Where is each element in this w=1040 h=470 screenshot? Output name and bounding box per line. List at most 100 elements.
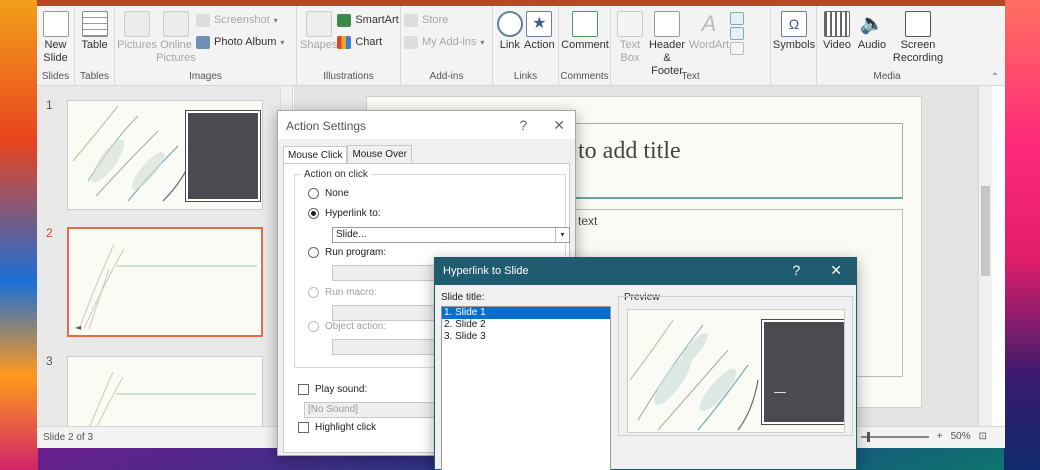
screenshot-button[interactable]: Screenshot ▾	[196, 12, 284, 28]
slide-title-list[interactable]: 1. Slide 1 2. Slide 2 3. Slide 3	[441, 306, 611, 470]
radio-none[interactable]: None	[308, 188, 349, 199]
zoom-level[interactable]: 50%	[951, 431, 971, 442]
zoom-in-icon[interactable]: +	[937, 431, 943, 442]
chevron-down-icon: ▾	[280, 37, 285, 47]
hyperlink-dialog-titlebar: Hyperlink to Slide ? ✕	[435, 258, 856, 285]
action-settings-titlebar: Action Settings ? ✕	[278, 111, 575, 139]
smartart-button[interactable]: SmartArt	[337, 12, 399, 28]
photo-album-icon	[196, 35, 210, 49]
slide-thumbnail-1[interactable]	[67, 100, 263, 210]
ribbon-group-media: Video 🔈 Audio Screen Recording Media	[817, 6, 957, 85]
thumbnail-number: 3	[46, 354, 53, 368]
radio-button[interactable]	[308, 188, 319, 199]
feather-pattern	[89, 371, 256, 426]
highlight-click-checkbox[interactable]: Highlight click	[298, 422, 376, 433]
radio-object-action[interactable]: Object action:	[308, 321, 386, 332]
group-legend: Action on click	[301, 169, 371, 180]
editor-vertical-scrollbar[interactable]	[978, 86, 992, 426]
smartart-icon	[337, 13, 352, 27]
thumbnail-title-card	[186, 111, 260, 201]
radio-hyperlink[interactable]: Hyperlink to:	[308, 208, 381, 219]
symbols-button[interactable]: Ω Symbols	[773, 6, 815, 85]
sound-select[interactable]: [No Sound]	[304, 402, 444, 418]
tab-mouse-click[interactable]: Mouse Click	[283, 146, 348, 164]
preview-title-card	[762, 320, 844, 424]
store-button[interactable]: Store	[404, 12, 484, 28]
body-placeholder-text: text	[578, 214, 598, 228]
slide-thumbnail-2[interactable]: ◄	[67, 227, 263, 337]
list-item[interactable]: 1. Slide 1	[442, 307, 610, 319]
help-icon[interactable]: ?	[792, 262, 800, 279]
svg-text:◄: ◄	[75, 323, 82, 332]
group-label-slides: Slides	[41, 71, 70, 82]
ribbon-group-links: Link ★ Action Links	[493, 6, 559, 85]
dialog-title: Action Settings	[286, 119, 367, 133]
radio-button[interactable]	[308, 287, 319, 298]
radio-button[interactable]	[308, 208, 319, 219]
chevron-down-icon[interactable]: ▾	[555, 228, 569, 242]
radio-button[interactable]	[308, 321, 319, 332]
desktop-wallpaper-right	[1004, 0, 1040, 470]
tab-strip: Mouse Click Mouse Over	[278, 145, 575, 164]
group-label-tables: Tables	[80, 71, 109, 82]
checkbox[interactable]	[298, 422, 309, 433]
card-dash	[774, 392, 786, 393]
desktop-wallpaper-left	[0, 0, 38, 470]
chart-button[interactable]: Chart	[337, 34, 398, 50]
slide-thumbnail-3[interactable]	[67, 356, 263, 426]
omega-icon: Ω	[781, 11, 807, 37]
radio-button[interactable]	[308, 247, 319, 258]
comment-icon	[572, 11, 598, 37]
ribbon-group-slides: New Slide Slides	[37, 6, 75, 85]
close-icon[interactable]: ✕	[830, 262, 842, 279]
slide-preview	[627, 309, 845, 433]
speaker-icon: 🔈	[859, 13, 885, 35]
collapse-ribbon-icon[interactable]: ⌃	[991, 72, 999, 83]
radio-run-macro[interactable]: Run macro:	[308, 287, 377, 298]
checkbox[interactable]	[298, 384, 309, 395]
hyperlink-target-select[interactable]: Slide... ▾	[332, 227, 570, 243]
slide-number-icon[interactable]	[730, 27, 744, 40]
radio-run-program[interactable]: Run program:	[308, 247, 386, 258]
close-icon[interactable]: ✕	[553, 117, 565, 134]
feather-pattern: ◄	[75, 243, 257, 332]
ribbon-group-symbols: Ω Symbols	[771, 6, 817, 85]
group-label-media: Media	[873, 71, 901, 82]
scroll-thumb[interactable]	[981, 186, 990, 276]
slide-thumbnail-pane: 1 2 ◄ 3	[37, 86, 293, 426]
fit-slide-icon[interactable]: ⊡	[979, 431, 987, 442]
date-time-icon[interactable]	[730, 12, 744, 25]
tab-mouse-over[interactable]: Mouse Over	[347, 145, 412, 163]
ribbon-group-tables: Table Tables	[75, 6, 115, 85]
zoom-controls: + 50% ⊡	[860, 431, 987, 442]
object-icon[interactable]	[730, 42, 744, 55]
ribbon-group-comments: Comment Comments	[559, 6, 611, 85]
chart-icon	[337, 35, 352, 49]
group-label-illustrations: Illustrations	[323, 71, 374, 82]
group-label-comments: Comments	[560, 71, 609, 82]
help-icon[interactable]: ?	[519, 117, 527, 134]
text-box-icon	[617, 11, 643, 37]
zoom-slider-knob[interactable]	[866, 431, 870, 442]
list-item[interactable]: 3. Slide 3	[442, 331, 610, 343]
preview-pane	[618, 296, 853, 436]
pictures-icon	[124, 11, 150, 37]
group-label-images: Images	[189, 71, 222, 82]
ribbon-group-text: Text Box Header & Footer A WordArt Text	[611, 6, 771, 85]
link-icon	[496, 11, 523, 37]
chevron-down-icon: ▾	[273, 15, 278, 25]
table-icon	[81, 11, 108, 37]
store-icon	[404, 13, 418, 27]
hyperlink-to-slide-dialog: Hyperlink to Slide ? ✕ Slide title: Prev…	[434, 257, 857, 470]
group-label-text: Text	[681, 71, 700, 82]
zoom-slider[interactable]	[860, 431, 929, 442]
list-item[interactable]: 2. Slide 2	[442, 319, 610, 331]
play-sound-checkbox[interactable]: Play sound:	[298, 384, 367, 395]
screenshot-icon	[196, 13, 210, 27]
my-addins-button[interactable]: My Add-ins ▾	[404, 34, 484, 50]
thumbnail-number: 1	[46, 98, 53, 112]
my-addins-icon	[404, 35, 418, 49]
photo-album-button[interactable]: Photo Album ▾	[196, 34, 284, 50]
slide-counter: Slide 2 of 3	[43, 432, 94, 443]
online-pictures-icon	[163, 11, 189, 37]
